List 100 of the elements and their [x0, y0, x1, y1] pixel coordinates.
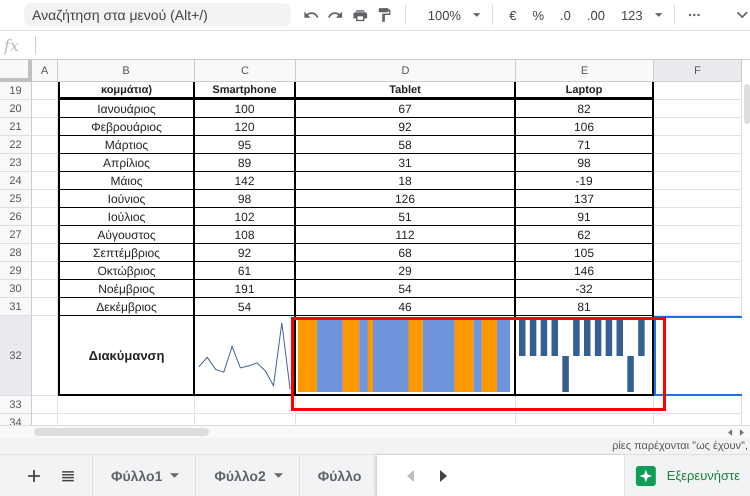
table-cell: Tablet [296, 82, 516, 100]
grid-cell [32, 208, 58, 226]
row-header[interactable]: 20 [0, 100, 32, 118]
sparkline-bar [540, 320, 548, 356]
decrease-decimals-button[interactable]: .0 [556, 8, 575, 22]
row-header[interactable]: 28 [0, 244, 32, 262]
table-cell: Laptop [516, 82, 654, 100]
grid-cell [32, 136, 58, 154]
column-header[interactable]: D [296, 60, 516, 82]
sparkline-bar [519, 320, 526, 356]
row-header[interactable]: 22 [0, 136, 32, 154]
table-cell: Διακύμανση [58, 316, 195, 396]
search-field[interactable]: Αναζήτηση στα μενού (Alt+/) [24, 3, 291, 27]
grid-cell [32, 118, 58, 136]
table-cell: 106 [516, 118, 654, 136]
table-cell: Μάιος [58, 172, 195, 190]
table-cell: Δεκέμβριος [58, 298, 195, 316]
table-cell: 102 [195, 208, 296, 226]
scrollbar-thumb[interactable] [34, 428, 209, 436]
row-header[interactable]: 32 [0, 316, 32, 396]
explore-icon [635, 464, 657, 486]
scrollbar-thumb[interactable] [744, 84, 750, 124]
left-arrow-icon[interactable] [728, 428, 733, 436]
table-cell: 92 [296, 118, 516, 136]
notice-text: ρίες παρέχονται "ως έχουν", [612, 440, 748, 452]
row-header[interactable]: 33 [0, 396, 32, 414]
table-cell: Οκτώβριος [58, 262, 195, 280]
row-header[interactable]: 23 [0, 154, 32, 172]
table-cell: 61 [195, 262, 296, 280]
caret-icon[interactable] [472, 13, 480, 17]
table-cell: 98 [516, 154, 654, 172]
zoom-select[interactable]: 100% [424, 8, 465, 22]
percent-button[interactable]: % [528, 8, 548, 22]
table-cell: κομμάτια) [58, 82, 195, 100]
column-header[interactable]: A [32, 60, 58, 82]
grid-cell [32, 82, 58, 100]
table-cell: Απρίλιος [58, 154, 195, 172]
table-cell: 54 [296, 280, 516, 298]
table-cell: 120 [195, 118, 296, 136]
right-arrow-icon[interactable] [739, 428, 744, 436]
table-cell: 142 [195, 172, 296, 190]
grid-cell [32, 100, 58, 118]
increase-decimals-button[interactable]: .00 [582, 8, 609, 22]
table-cell: 58 [296, 136, 516, 154]
table-cell: Smartphone [195, 82, 296, 100]
sparkline-bar [552, 320, 558, 356]
row-header[interactable]: 21 [0, 118, 32, 136]
currency-button[interactable]: € [505, 8, 520, 22]
sheet-tab[interactable]: Φύλλο2 [195, 455, 299, 496]
table-cell: 126 [296, 190, 516, 208]
selected-cell[interactable] [654, 316, 742, 396]
table-cell: 71 [516, 136, 654, 154]
paint-format-icon[interactable] [376, 6, 393, 24]
grid-cell [32, 262, 58, 280]
table-cell: 100 [195, 100, 296, 118]
table-cell: 91 [516, 208, 654, 226]
sparkline-bar [530, 320, 536, 356]
row-header[interactable]: 30 [0, 280, 32, 298]
table-cell: 46 [296, 298, 516, 316]
format-select[interactable]: 123 [616, 8, 647, 22]
table-cell: Ιούνιος [58, 190, 195, 208]
caret-icon[interactable] [274, 473, 283, 478]
column-header[interactable]: C [195, 60, 296, 82]
row-header[interactable]: 19 [0, 82, 32, 100]
row-header[interactable]: 29 [0, 262, 32, 280]
sheet-tab[interactable]: Φύλλο1 [92, 455, 196, 496]
table-cell: -32 [516, 280, 654, 298]
table-cell: Νοέμβριος [58, 280, 195, 298]
right-arrow-icon[interactable] [439, 470, 448, 482]
table-cell: Ιανουάριος [58, 100, 195, 118]
table-cell: 191 [195, 280, 296, 298]
table-cell: Μάρτιος [58, 136, 195, 154]
table-cell: 18 [296, 172, 516, 190]
column-header[interactable]: B [58, 60, 195, 82]
table-cell: Σεπτέμβριος [58, 244, 195, 262]
row-header[interactable]: 26 [0, 208, 32, 226]
grid-cell [32, 190, 58, 208]
sparkline-bar [638, 320, 645, 356]
grid-cell [32, 396, 58, 414]
table-cell: 137 [516, 190, 654, 208]
table-cell: 108 [195, 226, 296, 244]
table-cell: 54 [195, 298, 296, 316]
table-cell: 112 [296, 226, 516, 244]
sparkline-bar [616, 320, 623, 356]
column-header[interactable]: F [654, 60, 742, 82]
table-cell: 29 [296, 262, 516, 280]
caret-icon[interactable] [654, 13, 662, 17]
grid-cell [32, 280, 58, 298]
row-header[interactable]: 31 [0, 298, 32, 316]
column-header[interactable]: E [516, 60, 654, 82]
formula-label: fx [2, 36, 20, 54]
grid-cell [32, 172, 58, 190]
caret-icon[interactable] [170, 473, 180, 478]
sparkline-bar [562, 356, 569, 392]
table-cell: 31 [296, 154, 516, 172]
row-header[interactable]: 25 [0, 190, 32, 208]
row-header[interactable]: 27 [0, 226, 32, 244]
row-header[interactable]: 24 [0, 172, 32, 190]
table-cell: 62 [516, 226, 654, 244]
corner-cell[interactable] [0, 60, 32, 82]
